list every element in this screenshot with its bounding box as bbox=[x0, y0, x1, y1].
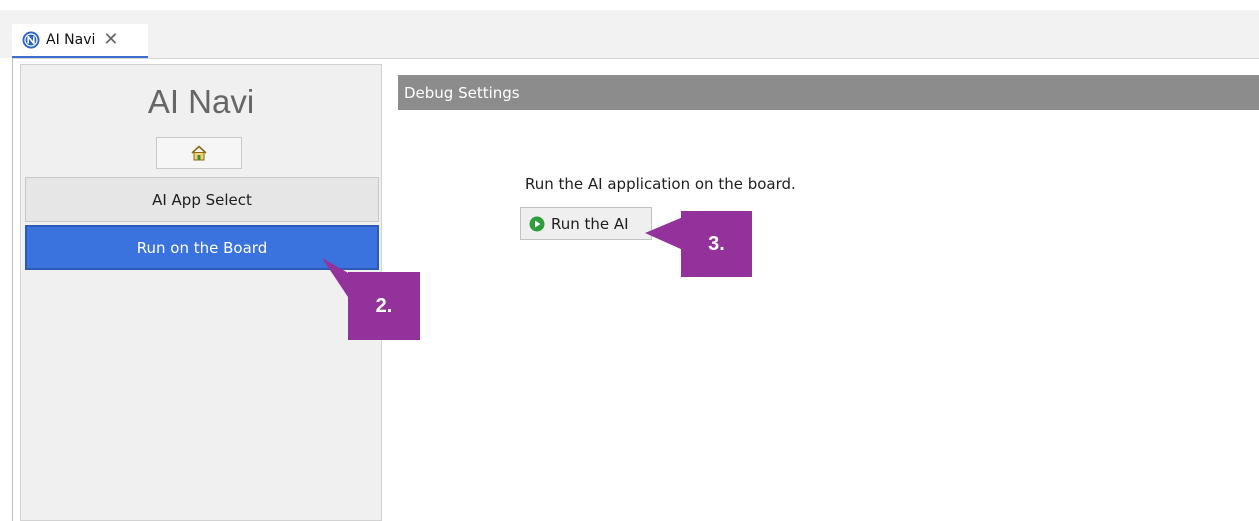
sidebar-item-ai-app-select[interactable]: AI App Select bbox=[25, 177, 379, 222]
home-button[interactable] bbox=[156, 137, 242, 169]
tab-ai-navi[interactable]: AI Navi ✕ bbox=[12, 24, 148, 58]
run-description: Run the AI application on the board. bbox=[525, 175, 796, 193]
ai-navi-sidebar: AI Navi AI App Select Run on the Board bbox=[20, 64, 382, 521]
play-icon bbox=[529, 216, 545, 231]
sidebar-item-label: AI App Select bbox=[152, 190, 252, 209]
top-band bbox=[0, 0, 1259, 10]
callout-2: 2. bbox=[348, 272, 420, 340]
sidebar-item-run-on-the-board[interactable]: Run on the Board bbox=[25, 225, 379, 270]
tab-title: AI Navi bbox=[46, 32, 96, 48]
run-the-ai-button[interactable]: Run the AI bbox=[520, 207, 652, 240]
run-button-label: Run the AI bbox=[551, 214, 629, 233]
n-logo-icon bbox=[22, 31, 40, 49]
callout-3: 3. bbox=[681, 211, 752, 277]
close-icon[interactable]: ✕ bbox=[103, 31, 118, 49]
sidebar-item-label: Run on the Board bbox=[136, 238, 268, 257]
debug-settings-header: Debug Settings bbox=[398, 75, 1259, 110]
section-title: Debug Settings bbox=[404, 83, 520, 102]
home-icon bbox=[191, 145, 207, 161]
sidebar-title: AI Navi bbox=[147, 83, 255, 120]
tab-strip bbox=[0, 10, 1259, 58]
